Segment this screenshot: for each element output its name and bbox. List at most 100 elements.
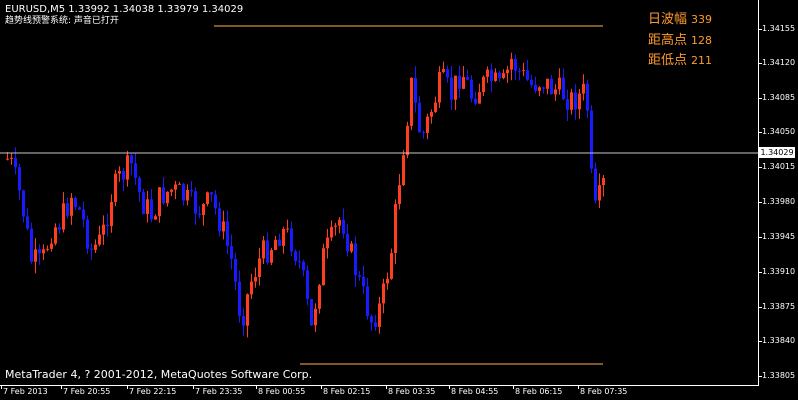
candle-body xyxy=(126,155,129,180)
candle-body xyxy=(42,249,45,254)
candle-body xyxy=(158,187,161,217)
candle-body xyxy=(494,72,497,81)
time-tick-label: 8 Feb 03:35 xyxy=(388,387,436,396)
candle-body xyxy=(414,77,417,103)
candle-body xyxy=(22,190,25,217)
candle-body xyxy=(202,204,205,216)
candle-body xyxy=(138,177,141,193)
candle-body xyxy=(594,168,597,201)
candle-body xyxy=(550,78,553,95)
time-tick-label: 7 Feb 20:55 xyxy=(63,387,111,396)
candle-body xyxy=(258,258,261,278)
candle-body xyxy=(442,69,445,73)
candle-body xyxy=(422,132,425,134)
candle-body xyxy=(358,275,361,277)
candle-body xyxy=(210,192,213,195)
candle-body xyxy=(426,116,429,133)
candle-body xyxy=(14,157,17,168)
candle-body xyxy=(190,190,193,192)
candle-body xyxy=(490,69,493,81)
candle-body xyxy=(290,228,293,252)
candle-body xyxy=(478,92,481,104)
candle-body xyxy=(38,249,41,254)
stat-distance-from-high: 距高点 128 xyxy=(648,33,712,49)
candle-body xyxy=(506,69,509,74)
candle-body xyxy=(150,199,153,220)
candle-body xyxy=(394,203,397,254)
candle-body xyxy=(366,286,369,317)
candle-body xyxy=(50,243,53,249)
candle-body xyxy=(246,294,249,326)
candle-body xyxy=(82,209,85,220)
candle-body xyxy=(390,253,393,279)
stat-distance-from-low: 距低点 211 xyxy=(648,53,712,69)
candle-body xyxy=(114,173,117,202)
candle-body xyxy=(346,233,349,252)
candle-body xyxy=(410,77,413,126)
price-tick-label: 1.33910 xyxy=(762,267,796,276)
candle-body xyxy=(46,248,49,250)
price-tick-label: 1.33805 xyxy=(762,371,796,380)
candle-body xyxy=(130,155,133,164)
candle-body xyxy=(122,171,125,180)
candle-body xyxy=(338,219,341,226)
candle-body xyxy=(58,227,61,230)
candle-body xyxy=(198,213,201,216)
candle-body xyxy=(234,258,237,282)
candle-body xyxy=(242,316,245,326)
copyright-text: MetaTrader 4, ? 2001-2012, MetaQuotes So… xyxy=(5,368,313,381)
stat-value: 128 xyxy=(691,34,713,47)
candle-body xyxy=(602,177,605,186)
candle-body xyxy=(98,234,101,245)
candle-body xyxy=(574,92,577,110)
candle-body xyxy=(502,73,505,79)
candle-body xyxy=(382,283,385,304)
candle-body xyxy=(586,83,589,111)
candle-body xyxy=(286,228,289,230)
stat-value: 211 xyxy=(691,54,713,67)
candle-body xyxy=(278,239,281,246)
candle-body xyxy=(402,155,405,186)
candle-body xyxy=(142,192,145,215)
stat-value: 339 xyxy=(691,13,713,26)
candle-body xyxy=(378,303,381,327)
candle-body xyxy=(110,201,113,227)
candle-body xyxy=(482,76,485,93)
candle-body xyxy=(386,278,389,284)
time-tick-label: 8 Feb 06:15 xyxy=(515,387,563,396)
candle-body xyxy=(74,197,77,208)
candle-body xyxy=(230,245,233,259)
candle-body xyxy=(254,277,257,282)
price-tick-label: 1.34120 xyxy=(762,58,796,67)
candle-body xyxy=(514,58,517,71)
candle-body xyxy=(570,92,573,110)
candle-body xyxy=(526,70,529,80)
candle-body xyxy=(222,221,225,232)
candle-body xyxy=(34,249,37,262)
price-tick-label: 1.33980 xyxy=(762,197,796,206)
candle-body xyxy=(466,76,469,80)
candle-body xyxy=(330,226,333,238)
candle-body xyxy=(274,239,277,250)
candle-body xyxy=(566,99,569,110)
candle-body xyxy=(174,184,177,190)
candle-body xyxy=(26,216,29,229)
chart-window[interactable]: EURUSD,M5 1.33992 1.34038 1.33979 1.3402… xyxy=(0,0,798,400)
candle-body xyxy=(298,261,301,263)
candle-body xyxy=(590,110,593,169)
time-tick-label: 7 Feb 2013 xyxy=(3,387,48,396)
candle-body xyxy=(238,281,241,317)
time-tick-label: 8 Feb 07:35 xyxy=(580,387,628,396)
candle-body xyxy=(266,240,269,263)
candle-body xyxy=(78,207,81,210)
time-tick-label: 8 Feb 00:55 xyxy=(258,387,306,396)
candle-body xyxy=(342,219,345,234)
candle-body xyxy=(294,251,297,262)
candle-body xyxy=(134,163,137,178)
candle-body xyxy=(314,308,317,326)
candle-body xyxy=(182,183,185,201)
candle-body xyxy=(518,70,521,72)
candle-body xyxy=(450,77,453,100)
candle-body xyxy=(262,240,265,259)
candle-body xyxy=(310,299,313,326)
